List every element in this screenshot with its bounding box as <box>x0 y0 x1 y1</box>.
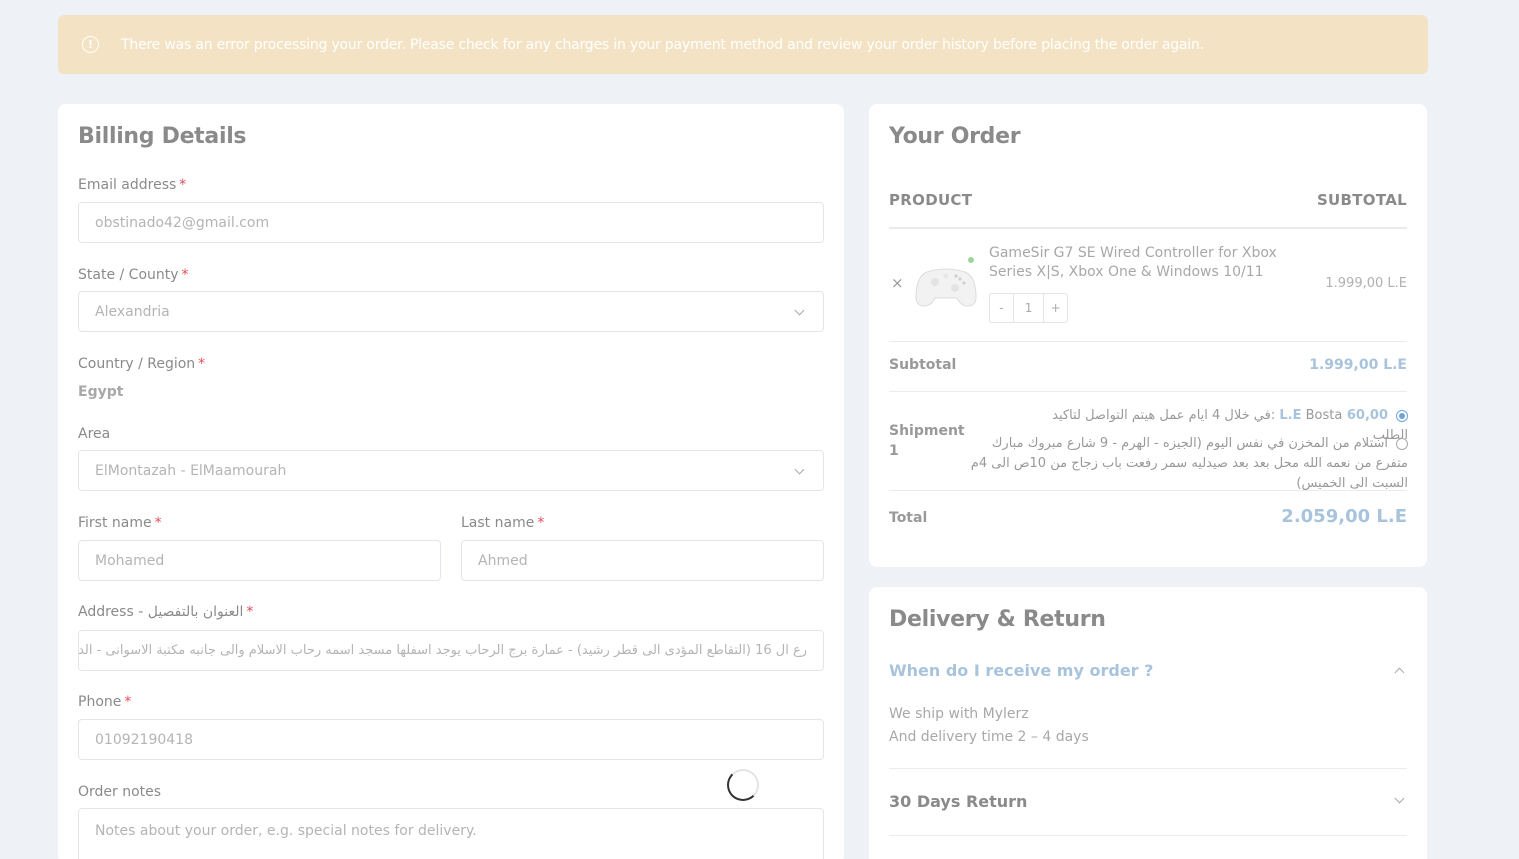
last-name-label: Last name * <box>461 515 545 531</box>
phone-field[interactable]: 01092190418 <box>78 719 824 760</box>
product-name[interactable]: GameSir G7 SE Wired Controller for Xbox … <box>989 244 1324 282</box>
radio-selected-icon[interactable] <box>1396 409 1408 422</box>
billing-details-card: Billing Details Email address * obstinado… <box>58 104 844 859</box>
qty-input[interactable]: 1 <box>1012 294 1045 322</box>
accordion-divider <box>889 768 1407 769</box>
item-divider <box>889 341 1407 342</box>
accordion-divider-bottom <box>889 835 1407 836</box>
delivery-return-card: Delivery & Return When do I receive my o… <box>869 587 1427 859</box>
total-label: Total <box>889 510 928 526</box>
subtotal-column-header: SUBTOTAL <box>1316 191 1407 209</box>
product-column-header: PRODUCT <box>889 191 973 209</box>
country-value: Egypt <box>78 384 124 400</box>
item-price: 1.999,00 L.E <box>1325 276 1407 291</box>
last-name-field[interactable]: Ahmed <box>461 540 824 581</box>
error-notice: ! There was an error processing your ord… <box>58 15 1428 74</box>
order-title: Your Order <box>889 124 1021 149</box>
state-label: State / County * <box>78 267 189 283</box>
shipment-divider <box>889 490 1407 491</box>
shipment-label: Shipment 1 <box>889 423 965 459</box>
address-label: Address - العنوان بالتفصيل * <box>78 604 254 620</box>
accordion-delivery-question[interactable]: When do I receive my order ? <box>889 661 1153 680</box>
chevron-down-icon[interactable] <box>1394 793 1405 804</box>
email-label: Email address * <box>78 177 187 193</box>
delivery-answer: We ship with Mylerz And delivery time 2 … <box>889 706 1089 745</box>
state-select[interactable]: Alexandria <box>78 291 824 332</box>
country-label: Country / Region * <box>78 356 206 372</box>
area-label: Area <box>78 426 111 442</box>
subtotal-label: Subtotal <box>889 357 957 373</box>
first-name-field[interactable]: Mohamed <box>78 540 441 581</box>
email-field[interactable]: obstinado42@gmail.com <box>78 202 824 243</box>
total-value: 2.059,00 L.E <box>1281 506 1407 527</box>
quantity-stepper[interactable]: - 1 + <box>989 293 1068 323</box>
remove-item-icon[interactable]: × <box>891 274 904 292</box>
chevron-up-icon[interactable] <box>1394 667 1405 678</box>
billing-title: Billing Details <box>78 124 247 149</box>
loading-spinner-icon <box>727 769 759 801</box>
address-field[interactable]: رع ال 16 (التقاطع المؤدى الى قطر رشيد) -… <box>78 630 824 671</box>
area-select[interactable]: ElMontazah - ElMaamourah <box>78 450 824 491</box>
radio-unselected-icon[interactable] <box>1396 437 1408 450</box>
accordion-return-title[interactable]: 30 Days Return <box>889 792 1027 811</box>
order-notes-label: Order notes <box>78 784 162 800</box>
shipping-option-pickup[interactable]: استلام من المخزن في نفس اليوم (الجيزه - … <box>968 434 1408 494</box>
qty-plus-button[interactable]: + <box>1044 294 1067 322</box>
info-icon: ! <box>82 36 99 53</box>
first-name-label: First name * <box>78 515 162 531</box>
phone-label: Phone * <box>78 694 132 710</box>
delivery-title: Delivery & Return <box>889 607 1106 632</box>
subtotal-value: 1.999,00 L.E <box>1309 357 1407 373</box>
header-divider <box>889 227 1407 229</box>
order-notes-field[interactable]: Notes about your order, e.g. special not… <box>78 808 824 859</box>
qty-minus-button[interactable]: - <box>990 294 1013 322</box>
your-order-card: Your Order PRODUCT SUBTOTAL × GameSir G7… <box>869 104 1427 567</box>
error-message: There was an error processing your order… <box>121 36 1204 53</box>
subtotal-divider <box>889 391 1407 392</box>
status-dot <box>967 256 975 264</box>
